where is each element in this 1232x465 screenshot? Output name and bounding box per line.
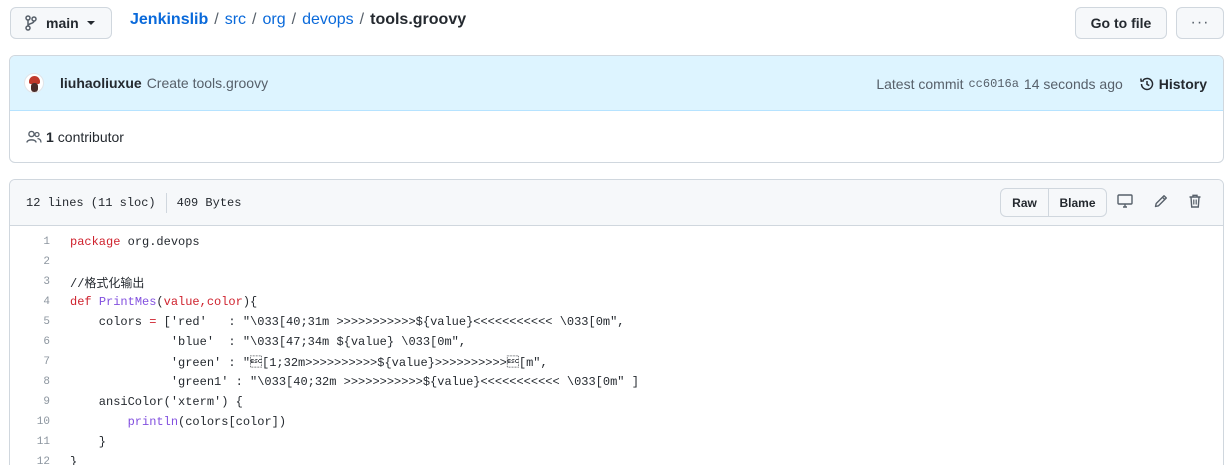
line-number[interactable]: 3	[10, 276, 60, 288]
latest-commit-box: liuhaoliuxue Create tools.groovy Latest …	[9, 55, 1224, 163]
code-line: 10 println(colors[color])	[10, 412, 1223, 432]
line-number[interactable]: 11	[10, 436, 60, 448]
breadcrumb-separator: /	[359, 11, 365, 28]
desktop-icon[interactable]	[1117, 193, 1133, 209]
blame-button[interactable]: Blame	[1049, 189, 1106, 216]
line-number[interactable]: 7	[10, 356, 60, 368]
breadcrumb-separator: /	[214, 11, 219, 28]
line-number[interactable]: 5	[10, 316, 60, 328]
divider	[165, 192, 167, 213]
contributors-row[interactable]: 1 contributor	[10, 111, 1223, 162]
code-line: 6 'blue' : "\033[47;34m ${value} \033[0m…	[10, 332, 1223, 352]
code-line: 8 'green1' : "\033[40;32m >>>>>>>>>>>${v…	[10, 372, 1223, 392]
contributors-count: 1	[46, 129, 54, 145]
line-number[interactable]: 10	[10, 416, 60, 428]
breadcrumb: Jenkinslib / src / org / devops / tools.…	[130, 11, 466, 29]
commit-author-link[interactable]: liuhaoliuxue	[60, 75, 142, 91]
breadcrumb-devops-link[interactable]: devops	[302, 11, 354, 29]
code-line: 3 //格式化输出	[10, 272, 1223, 292]
raw-button[interactable]: Raw	[1001, 189, 1049, 216]
trash-icon[interactable]	[1187, 193, 1203, 209]
code-view: 1 package org.devops 2 3 //格式化输出 4 def P…	[10, 226, 1223, 465]
chevron-down-icon	[86, 21, 95, 25]
latest-commit-label: Latest commit	[876, 75, 964, 92]
commit-row: liuhaoliuxue Create tools.groovy Latest …	[10, 56, 1223, 111]
breadcrumb-src-link[interactable]: src	[225, 11, 246, 29]
kebab-horizontal-icon: ···	[1190, 14, 1210, 31]
file-navigation-bar: main Jenkinslib / src / org / devops / t…	[0, 0, 1232, 48]
people-icon	[26, 130, 42, 143]
commit-time: 14 seconds ago	[1023, 75, 1123, 92]
breadcrumb-current-file: tools.groovy	[370, 11, 467, 28]
history-icon	[1139, 77, 1154, 90]
contributors-label: contributor	[57, 129, 124, 145]
code-line: 9 ansiColor('xterm') {	[10, 392, 1223, 412]
code-line: 7 'green' : "[1;32m>>>>>>>>>>${value}>>…	[10, 352, 1223, 372]
line-number[interactable]: 8	[10, 376, 60, 388]
commit-message-link[interactable]: Create tools.groovy	[147, 75, 268, 91]
file-actions-group: Raw Blame	[1000, 188, 1107, 217]
breadcrumb-separator: /	[252, 11, 257, 28]
pencil-icon[interactable]	[1153, 193, 1169, 209]
breadcrumb-repo-link[interactable]: Jenkinslib	[130, 11, 208, 29]
code-line: 5 colors = ['red' : "\033[40;31m >>>>>>>…	[10, 312, 1223, 332]
breadcrumb-separator: /	[291, 11, 297, 28]
commit-meta: Latest commit cc6016a 14 seconds ago His…	[876, 56, 1207, 111]
line-number[interactable]: 6	[10, 336, 60, 348]
git-branch-icon	[25, 15, 37, 31]
line-number[interactable]: 9	[10, 396, 60, 408]
branch-select-button[interactable]: main	[10, 7, 112, 39]
breadcrumb-org-link[interactable]: org	[262, 11, 285, 29]
code-line: 11 }	[10, 432, 1223, 452]
avatar[interactable]	[24, 73, 44, 93]
code-line: 1 package org.devops	[10, 232, 1223, 252]
code-line: 12 }	[10, 452, 1223, 465]
history-link[interactable]: History	[1139, 76, 1207, 92]
code-line: 2	[10, 252, 1223, 272]
line-number[interactable]: 1	[10, 236, 60, 248]
go-to-file-button[interactable]: Go to file	[1075, 7, 1167, 39]
file-lines-info: 12 lines (11 sloc)	[26, 195, 156, 210]
file-header: 12 lines (11 sloc) 409 Bytes Raw Blame	[10, 180, 1223, 226]
line-number[interactable]: 4	[10, 296, 60, 308]
more-options-button[interactable]: ···	[1176, 7, 1224, 39]
file-viewer: 12 lines (11 sloc) 409 Bytes Raw Blame 1…	[9, 179, 1224, 465]
history-label: History	[1158, 75, 1207, 92]
code-line: 4 def PrintMes(value,color){	[10, 292, 1223, 312]
file-size: 409 Bytes	[176, 195, 242, 210]
commit-sha-link[interactable]: cc6016a	[968, 77, 1018, 91]
branch-name: main	[46, 15, 79, 31]
line-number[interactable]: 12	[10, 456, 60, 465]
line-number[interactable]: 2	[10, 256, 60, 268]
